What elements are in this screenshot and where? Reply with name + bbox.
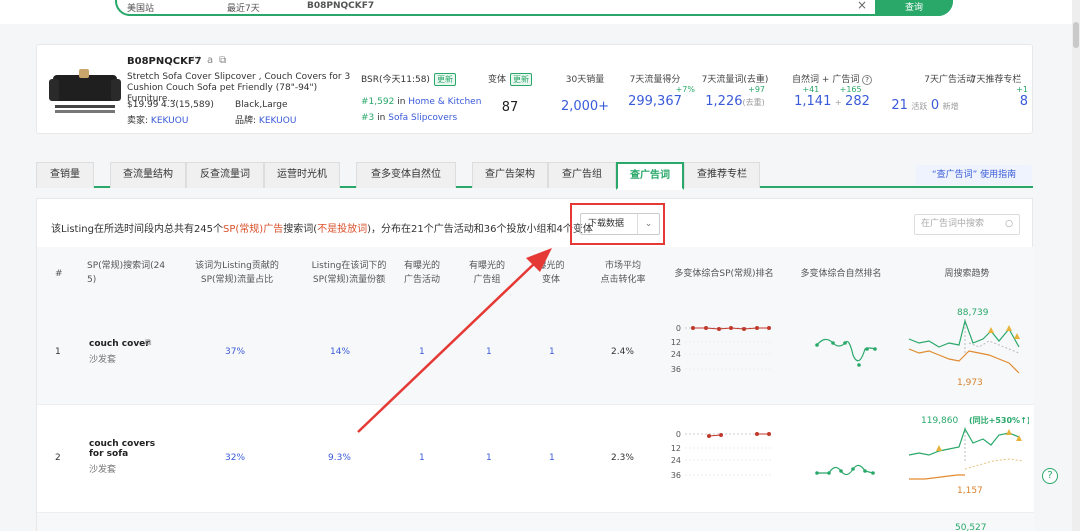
help-icon[interactable]: ? — [1042, 468, 1058, 484]
annotation-arrow — [357, 248, 552, 433]
